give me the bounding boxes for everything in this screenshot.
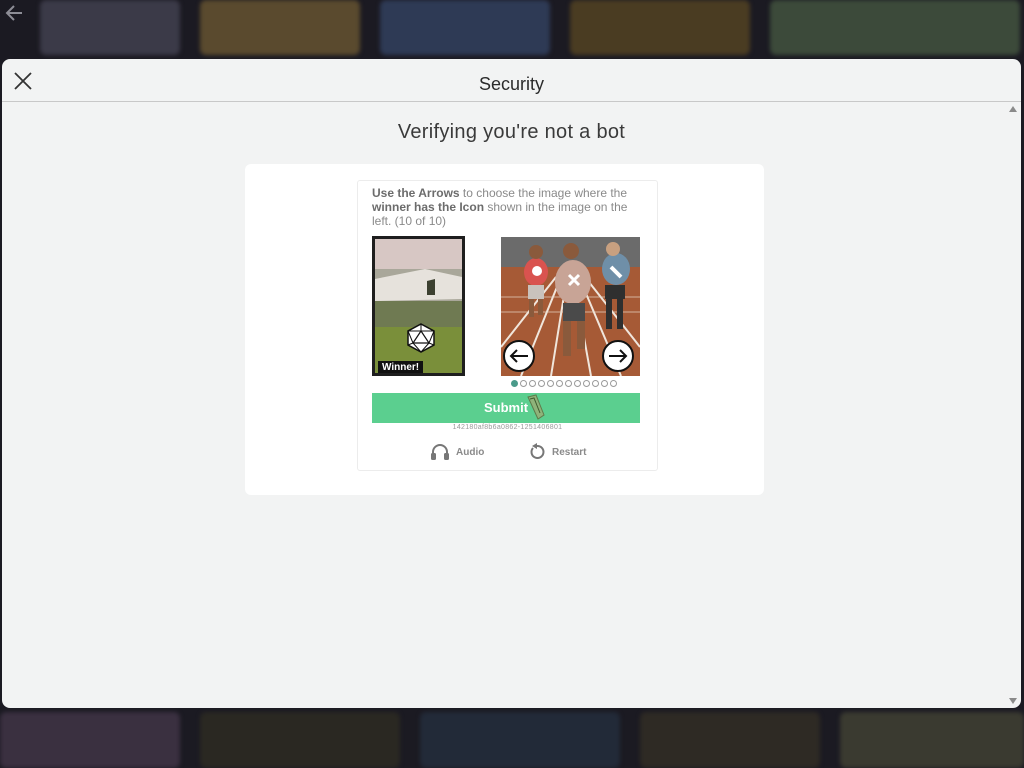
submit-button[interactable]: Submit xyxy=(372,393,640,423)
pagination-dot[interactable] xyxy=(574,380,581,387)
bg-thumbnail xyxy=(40,0,180,55)
session-id: 142180af8b6a0862-1251406801 xyxy=(452,424,563,431)
pagination-dots xyxy=(511,380,617,389)
previous-arrow-button[interactable] xyxy=(503,340,535,372)
bg-thumbnail xyxy=(840,712,1024,768)
instruction-text-1: to choose the image where the xyxy=(459,186,628,200)
modal-header: Security xyxy=(2,59,1021,102)
pagination-dot[interactable] xyxy=(592,380,599,387)
modal-title: Security xyxy=(478,74,545,94)
pagination-dot[interactable] xyxy=(610,380,617,387)
scroll-down-icon[interactable] xyxy=(1009,698,1017,704)
bg-thumbnail xyxy=(0,712,180,768)
pagination-dot[interactable] xyxy=(565,380,572,387)
verify-heading: Verifying you're not a bot xyxy=(397,121,626,143)
bg-thumbnail xyxy=(770,0,1020,55)
bg-thumbnail xyxy=(420,712,620,768)
pagination-dot[interactable] xyxy=(529,380,536,387)
pagination-dot[interactable] xyxy=(538,380,545,387)
winner-label: Winner! xyxy=(378,361,424,373)
scroll-up-icon[interactable] xyxy=(1009,106,1017,112)
instruction-bold-2: winner has the Icon xyxy=(372,200,485,214)
hand-cursor-icon xyxy=(527,394,545,420)
next-arrow-button[interactable] xyxy=(602,340,634,372)
pagination-dot[interactable] xyxy=(511,380,518,387)
pagination-dot[interactable] xyxy=(556,380,563,387)
pagination-dot[interactable] xyxy=(601,380,608,387)
security-modal: Security Verifying you're not a bot Use … xyxy=(2,59,1021,708)
bg-thumbnail xyxy=(570,0,750,55)
instructions: Use the Arrows to choose the image where… xyxy=(372,186,644,228)
captcha-frame: Use the Arrows to choose the image where… xyxy=(357,180,658,471)
back-arrow-icon[interactable] xyxy=(2,0,28,26)
bg-thumbnail xyxy=(200,712,400,768)
instruction-bold-1: Use the Arrows xyxy=(372,186,460,200)
bg-thumbnail xyxy=(640,712,820,768)
restart-label: Restart xyxy=(552,446,587,458)
d20-dice-icon xyxy=(407,323,435,353)
audio-label: Audio xyxy=(456,446,485,458)
arrow-right-icon xyxy=(609,349,628,363)
captcha-card: Use the Arrows to choose the image where… xyxy=(245,164,764,495)
arrow-left-icon xyxy=(509,349,528,363)
bg-thumbnail xyxy=(380,0,550,55)
pagination-dot[interactable] xyxy=(547,380,554,387)
pagination-dot[interactable] xyxy=(583,380,590,387)
headphones-icon xyxy=(431,444,449,460)
pagination-dot[interactable] xyxy=(520,380,527,387)
bg-thumbnail xyxy=(200,0,360,55)
choice-image xyxy=(501,237,640,376)
close-icon[interactable] xyxy=(12,70,34,92)
restart-icon xyxy=(530,443,545,459)
audio-button[interactable]: Audio xyxy=(430,443,484,461)
restart-button[interactable]: Restart xyxy=(528,443,586,461)
reference-image: Winner! xyxy=(372,236,465,376)
